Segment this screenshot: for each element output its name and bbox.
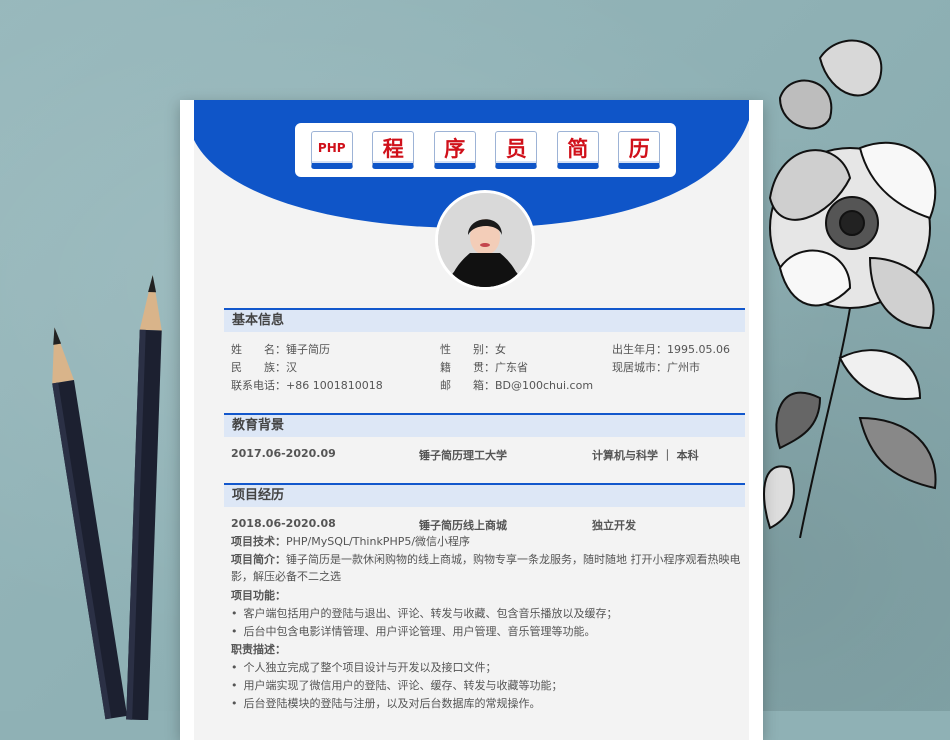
pencil-right-icon — [126, 275, 162, 720]
title-bar: PHP 程 序 员 简 历 — [295, 123, 676, 177]
section-basic-info-heading: 基本信息 — [224, 308, 745, 332]
project-intro-line: 项目简介：锤子简历是一款休闲购物的线上商城，购物专享一条龙服务，随时随地 打开小… — [231, 551, 741, 585]
info-phone: 联系电话：+86 1001810018 — [231, 379, 383, 392]
project-intro-label: 项目简介： — [231, 553, 286, 566]
flower-illustration-icon — [763, 39, 937, 538]
title-key: PHP — [310, 131, 353, 169]
info-name: 姓 名：锤子简历 — [231, 343, 330, 356]
project-tech-label: 项目技术： — [231, 535, 286, 548]
resume-content: PHP 程 序 员 简 历 基本信息 姓 名：锤子简历 性 别：女 出生年月：1… — [194, 100, 749, 740]
avatar — [435, 190, 535, 290]
title-key: 序 — [433, 131, 476, 169]
edu-major: 计算机与科学 ｜ 本科 — [592, 449, 699, 462]
project-duties-label: 职责描述： — [231, 643, 286, 656]
info-native: 籍 贯：广东省 — [440, 361, 528, 374]
project-functions-label: 项目功能： — [231, 589, 286, 602]
resume-paper: PHP 程 序 员 简 历 基本信息 姓 名：锤子简历 性 别：女 出生年月：1… — [180, 100, 763, 740]
info-city: 现居城市：广州市 — [612, 361, 700, 374]
title-key: 程 — [372, 131, 415, 169]
project-duty-item: 个人独立完成了整个项目设计与开发以及接口文件； — [231, 659, 741, 676]
project-duty-item: 后台登陆模块的登陆与注册，以及对后台数据库的常规操作。 — [231, 695, 741, 712]
project-period: 2018.06-2020.08 — [231, 517, 336, 530]
section-projects-heading: 项目经历 — [224, 483, 745, 507]
title-key: 历 — [618, 131, 661, 169]
project-function-item: 客户端包括用户的登陆与退出、评论、转发与收藏、包含音乐播放以及缓存； — [231, 605, 741, 622]
project-name: 锤子简历线上商城 — [419, 519, 507, 532]
info-ethnicity: 民 族：汉 — [231, 361, 297, 374]
info-birth: 出生年月：1995.05.06 — [612, 343, 730, 356]
title-key: 员 — [495, 131, 538, 169]
project-intro-value: 锤子简历是一款休闲购物的线上商城，购物专享一条龙服务，随时随地 打开小程序观看热… — [231, 553, 741, 583]
info-gender: 性 别：女 — [440, 343, 506, 356]
avatar-photo-icon — [438, 193, 532, 287]
project-tech-value: PHP/MySQL/ThinkPHP5/微信小程序 — [286, 535, 471, 548]
title-key: 简 — [556, 131, 599, 169]
project-tech-line: 项目技术：PHP/MySQL/ThinkPHP5/微信小程序 — [231, 533, 741, 550]
edu-school: 锤子简历理工大学 — [419, 449, 507, 462]
project-duty-item: 用户端实现了微信用户的登陆、评论、缓存、转发与收藏等功能； — [231, 677, 741, 694]
info-email: 邮 箱：BD@100chui.com — [440, 379, 594, 392]
project-role: 独立开发 — [592, 519, 636, 532]
edu-period: 2017.06-2020.09 — [231, 447, 336, 460]
project-function-item: 后台中包含电影详情管理、用户评论管理、用户管理、音乐管理等功能。 — [231, 623, 741, 640]
section-education-heading: 教育背景 — [224, 413, 745, 437]
